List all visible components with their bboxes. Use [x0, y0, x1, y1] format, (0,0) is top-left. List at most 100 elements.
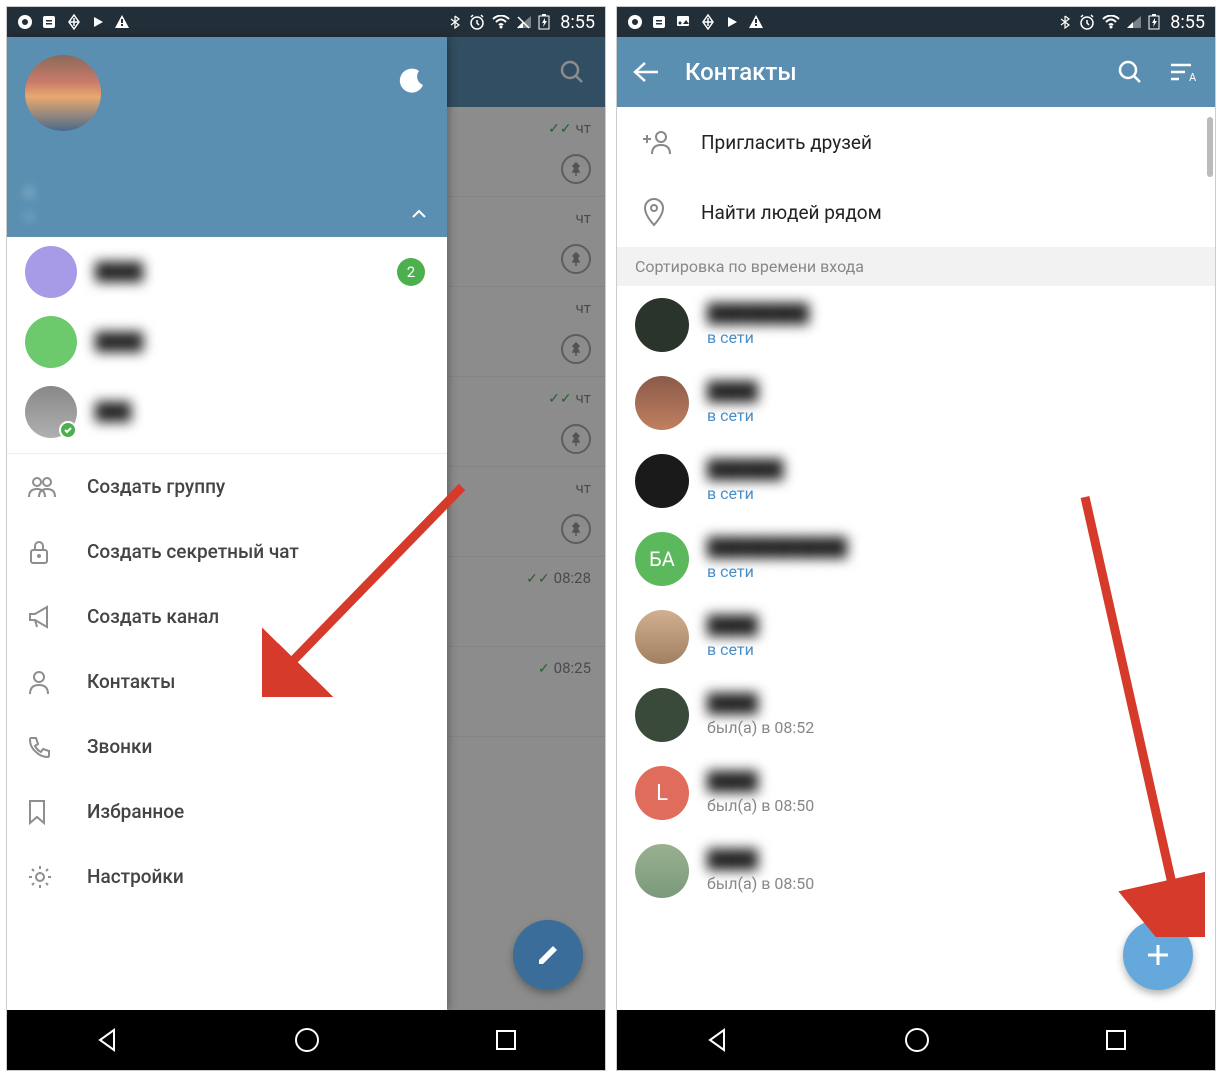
menu-label: Контакты	[87, 670, 175, 693]
menu-label: Создать канал	[87, 605, 219, 628]
contact-avatar	[635, 688, 689, 742]
svg-text:A: A	[1189, 71, 1197, 83]
menu-contacts[interactable]: Контакты	[7, 649, 447, 714]
nav-home[interactable]	[904, 1027, 930, 1053]
status-bar: 8:55	[7, 7, 605, 37]
menu-label: Избранное	[87, 800, 184, 823]
contact-row[interactable]: ████ в сети	[617, 598, 1215, 676]
contact-name: ███████████	[707, 537, 847, 558]
nearby-row[interactable]: Найти людей рядом	[617, 177, 1215, 247]
contact-row[interactable]: ██████ в сети	[617, 442, 1215, 520]
contact-avatar	[635, 298, 689, 352]
contact-status: в сети	[707, 562, 847, 581]
nav-bar	[7, 1010, 605, 1070]
contact-row[interactable]: ████был(а) в 08:52	[617, 676, 1215, 754]
account-name: ████	[95, 262, 143, 282]
nav-back[interactable]	[704, 1027, 730, 1053]
account-name: ███	[95, 402, 131, 422]
contact-row[interactable]: БА ███████████ в сети	[617, 520, 1215, 598]
menu-secret-chat[interactable]: Создать секретный чат	[7, 519, 447, 584]
menu-label: Настройки	[87, 865, 184, 888]
menu-label: Звонки	[87, 735, 152, 758]
contact-avatar	[635, 376, 689, 430]
battery-icon	[1148, 14, 1160, 30]
status-icon	[17, 14, 33, 30]
status-time: 8:55	[1170, 12, 1205, 33]
night-mode-toggle[interactable]	[399, 67, 427, 95]
group-icon	[27, 475, 87, 499]
page-title: Контакты	[685, 58, 797, 86]
contact-row[interactable]: L ████был(а) в 08:50	[617, 754, 1215, 832]
menu-saved[interactable]: Избранное	[7, 779, 447, 844]
menu-settings[interactable]: Настройки	[7, 844, 447, 909]
contact-status: в сети	[707, 406, 758, 425]
contact-row[interactable]: ████████в сети	[617, 286, 1215, 364]
signal-icon	[1126, 15, 1142, 29]
contact-row[interactable]: ████был(а) в 08:50	[617, 832, 1215, 910]
contact-status: был(а) в 08:50	[707, 796, 814, 815]
user-name: с	[25, 182, 34, 202]
user-avatar[interactable]	[25, 55, 101, 131]
nav-recent[interactable]	[494, 1028, 518, 1052]
contact-status: был(а) в 08:52	[707, 718, 814, 737]
nav-home[interactable]	[294, 1027, 320, 1053]
nav-back[interactable]	[94, 1027, 120, 1053]
bluetooth-icon	[1058, 15, 1072, 29]
expand-accounts-toggle[interactable]	[411, 209, 427, 219]
account-item[interactable]: ████	[7, 307, 447, 377]
scrollbar[interactable]	[1207, 117, 1213, 177]
contact-avatar: БА	[635, 532, 689, 586]
invite-icon	[641, 129, 701, 155]
contact-status: в сети	[707, 328, 809, 347]
account-list: ████ 2 ████ ███	[7, 237, 447, 447]
menu-create-group[interactable]: Создать группу	[7, 454, 447, 519]
status-icon	[65, 13, 83, 31]
invite-friends-row[interactable]: Пригласить друзей	[617, 107, 1215, 177]
account-avatar	[25, 316, 77, 368]
contact-row[interactable]: ████ в сети	[617, 364, 1215, 442]
gear-icon	[27, 864, 87, 890]
menu-label: Создать секретный чат	[87, 540, 299, 563]
nav-recent[interactable]	[1104, 1028, 1128, 1052]
warning-icon	[113, 13, 131, 31]
status-icon	[699, 13, 717, 31]
menu-create-channel[interactable]: Создать канал	[7, 584, 447, 649]
warning-icon	[747, 13, 765, 31]
wifi-icon	[1102, 15, 1120, 29]
account-item[interactable]: ███	[7, 377, 447, 447]
battery-icon	[538, 14, 550, 30]
drawer-header: с +	[7, 37, 447, 237]
contact-name: ██████	[707, 459, 784, 480]
phone-icon	[27, 735, 87, 759]
search-button[interactable]	[1117, 59, 1143, 85]
online-indicator	[59, 421, 77, 439]
contact-status: в сети	[707, 640, 758, 659]
sort-button[interactable]: A	[1169, 61, 1199, 83]
user-phone: +	[25, 209, 33, 225]
compose-fab[interactable]	[513, 920, 583, 990]
contact-name: ████	[707, 381, 758, 402]
add-contact-fab[interactable]	[1123, 920, 1193, 990]
contact-status: был(а) в 08:50	[707, 874, 814, 893]
contacts-header: Контакты A	[617, 37, 1215, 107]
lock-icon	[27, 539, 87, 565]
wifi-icon	[492, 15, 510, 29]
menu-calls[interactable]: Звонки	[7, 714, 447, 779]
alarm-icon	[1078, 13, 1096, 31]
status-icon	[91, 15, 105, 29]
phone-left: 8:55 ✓✓чт чт чт ✓✓чт чт ✓✓08:28 ✓08:25 с…	[6, 6, 606, 1071]
phone-right: 8:55 Контакты A Пригласить друзей Найти …	[616, 6, 1216, 1071]
back-button[interactable]	[633, 61, 659, 83]
bluetooth-icon	[448, 15, 462, 29]
account-item[interactable]: ████ 2	[7, 237, 447, 307]
drawer-dim[interactable]	[447, 37, 605, 1010]
menu-label: Создать группу	[87, 475, 225, 498]
person-icon	[27, 669, 87, 695]
contact-status: в сети	[707, 484, 784, 503]
account-avatar	[25, 246, 77, 298]
status-icon	[41, 14, 57, 30]
contact-avatar	[635, 844, 689, 898]
contact-name: ████	[707, 615, 758, 636]
drawer: с + ████ 2 ████ ███	[7, 37, 447, 1010]
moon-icon	[399, 67, 427, 95]
